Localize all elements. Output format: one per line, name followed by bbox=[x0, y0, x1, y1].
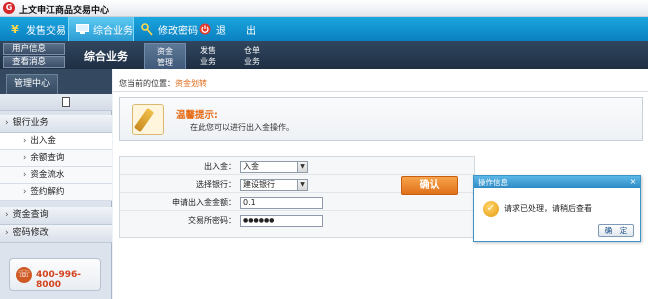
notepad-pen-icon bbox=[132, 104, 164, 135]
tip-title: 温馨提示: bbox=[176, 110, 218, 121]
menu-item-trade-label: 发售交易 bbox=[26, 25, 66, 37]
amount-input[interactable]: 0.1 bbox=[240, 197, 323, 209]
direction-value: 入金 bbox=[243, 162, 259, 171]
sidebar-group-funds-query[interactable]: › 资金查询 bbox=[0, 207, 112, 225]
menu-item-password-label: 修改密码 bbox=[158, 25, 198, 37]
password-label: 交易所密码： bbox=[188, 216, 236, 225]
tab-issuance-line2: 业务 bbox=[200, 57, 216, 66]
yen-icon: ¥ bbox=[11, 22, 19, 36]
power-icon bbox=[198, 22, 212, 36]
chevron-right-icon: › bbox=[23, 136, 27, 146]
sidebar: 管理中心 › 银行业务 › 出入金 › 余额查询 › 资金流水 › 签约解约 › 资金查询 … bbox=[0, 69, 112, 299]
tab-funds-management[interactable]: 资金 管理 bbox=[144, 43, 186, 69]
tab-management-center[interactable]: 管理中心 bbox=[6, 74, 58, 94]
dialog-message: 请求已处理，请稍后查看 bbox=[504, 204, 592, 213]
amount-label: 申请出入金金额： bbox=[172, 198, 236, 207]
sidebar-group-bank[interactable]: › 银行业务 bbox=[0, 115, 112, 133]
tab-warehouse-line2: 业务 bbox=[244, 57, 260, 66]
password-input[interactable]: ●●●●●● bbox=[240, 215, 323, 227]
checkmark-icon: ✓ bbox=[483, 201, 499, 217]
sidebar-group-password[interactable]: › 密码修改 bbox=[0, 225, 112, 243]
view-messages-button[interactable]: 查看消息 bbox=[3, 56, 65, 68]
direction-select[interactable]: 入金 ▼ bbox=[240, 161, 308, 173]
menu-item-general-label: 综合业务 bbox=[93, 25, 133, 37]
sidebar-group-funds-label: 资金查询 bbox=[12, 210, 49, 220]
tip-text: 在此您可以进行出入金操作。 bbox=[190, 123, 294, 132]
document-icon[interactable] bbox=[62, 97, 70, 107]
phone-icon: ☏ bbox=[16, 267, 32, 283]
tab-warehouse-business[interactable]: 仓单 业务 bbox=[231, 43, 273, 69]
app-title: 上文申江商品交易中心 bbox=[19, 6, 110, 16]
transfer-form: 出入金： 入金 ▼ 选择银行： 建设银行 ▼ 申请出入金金额： 0.1 交易所密… bbox=[119, 156, 475, 238]
tab-warehouse-line1: 仓单 bbox=[244, 46, 260, 55]
sidebar-item-balance-query[interactable]: › 余额查询 bbox=[0, 150, 112, 167]
sidebar-item-label: 签约解约 bbox=[30, 187, 65, 197]
breadcrumb: 您当前的位置：资金划转 bbox=[119, 78, 207, 89]
dialog-ok-button[interactable]: 确 定 bbox=[598, 224, 634, 237]
section-title: 综合业务 bbox=[84, 50, 128, 63]
sidebar-tab-bar: 管理中心 bbox=[0, 69, 112, 94]
chevron-down-icon: ▼ bbox=[297, 180, 307, 190]
pen-icon bbox=[133, 107, 155, 133]
chevron-right-icon: › bbox=[5, 210, 9, 220]
form-row-password: 交易所密码： ●●●●●● bbox=[120, 213, 474, 229]
user-info-button[interactable]: 用户信息 bbox=[3, 43, 65, 55]
app-logo-icon: G bbox=[3, 2, 15, 14]
chevron-down-icon: ▼ bbox=[297, 162, 307, 172]
sidebar-item-deposit-withdraw[interactable]: › 出入金 bbox=[0, 133, 112, 150]
confirm-button[interactable]: 确认 bbox=[401, 176, 458, 195]
key-icon bbox=[140, 22, 154, 36]
form-row-direction: 出入金： 入金 ▼ bbox=[120, 159, 474, 175]
bank-select[interactable]: 建设银行 ▼ bbox=[240, 179, 308, 191]
tip-box: 温馨提示: 在此您可以进行出入金操作。 bbox=[119, 97, 643, 141]
bank-value: 建设银行 bbox=[243, 180, 275, 189]
menu-item-password[interactable]: 修改密码 bbox=[140, 17, 198, 41]
operation-info-dialog: 操作信息 × ✓ 请求已处理，请稍后查看 确 定 bbox=[473, 175, 641, 242]
sidebar-toolbar bbox=[0, 94, 112, 111]
menu-item-general[interactable]: 综合业务 bbox=[68, 17, 134, 41]
divider bbox=[113, 91, 648, 92]
sidebar-item-fund-flow[interactable]: › 资金流水 bbox=[0, 167, 112, 184]
chevron-right-icon: › bbox=[23, 170, 27, 180]
sidebar-group-bank-label: 银行业务 bbox=[12, 118, 49, 128]
form-row-amount: 申请出入金金额： 0.1 bbox=[120, 195, 474, 211]
sidebar-item-label: 出入金 bbox=[30, 136, 56, 146]
menu-item-logout-label: 退 出 bbox=[216, 25, 256, 37]
monitor-icon bbox=[75, 22, 89, 36]
direction-label: 出入金： bbox=[204, 162, 236, 171]
tab-issuance-business[interactable]: 发售 业务 bbox=[187, 43, 229, 69]
hotline-box: ☏ 400-996-8000 bbox=[9, 258, 101, 291]
sidebar-item-label: 余额查询 bbox=[30, 153, 65, 163]
close-icon[interactable]: × bbox=[628, 176, 638, 187]
chevron-right-icon: › bbox=[5, 228, 9, 238]
tab-issuance-line1: 发售 bbox=[200, 46, 216, 55]
bank-label: 选择银行： bbox=[196, 180, 236, 189]
dialog-title: 操作信息 bbox=[478, 178, 508, 187]
chevron-right-icon: › bbox=[23, 153, 27, 163]
hotline-number: 400-996-8000 bbox=[36, 270, 82, 290]
chevron-right-icon: › bbox=[5, 118, 9, 128]
tab-funds-line2: 管理 bbox=[157, 58, 173, 67]
sidebar-group-password-label: 密码修改 bbox=[12, 228, 49, 238]
sidebar-item-sign-unsign[interactable]: › 签约解约 bbox=[0, 184, 112, 201]
tab-funds-line1: 资金 bbox=[157, 47, 173, 56]
dialog-title-bar: 操作信息 × bbox=[474, 176, 640, 188]
sub-header: 用户信息 查看消息 综合业务 资金 管理 发售 业务 仓单 业务 bbox=[0, 41, 648, 69]
menu-item-trade[interactable]: ¥ 发售交易 bbox=[8, 17, 66, 41]
sidebar-item-label: 资金流水 bbox=[30, 170, 65, 180]
breadcrumb-prefix: 您当前的位置： bbox=[119, 79, 175, 88]
chevron-right-icon: › bbox=[23, 187, 27, 197]
menu-item-logout[interactable]: 退 出 bbox=[198, 17, 256, 41]
breadcrumb-current[interactable]: 资金划转 bbox=[175, 79, 207, 88]
title-bar: G 上文申江商品交易中心 bbox=[0, 0, 648, 17]
top-menu: ¥ 发售交易 综合业务 修改密码 退 出 bbox=[0, 17, 648, 41]
